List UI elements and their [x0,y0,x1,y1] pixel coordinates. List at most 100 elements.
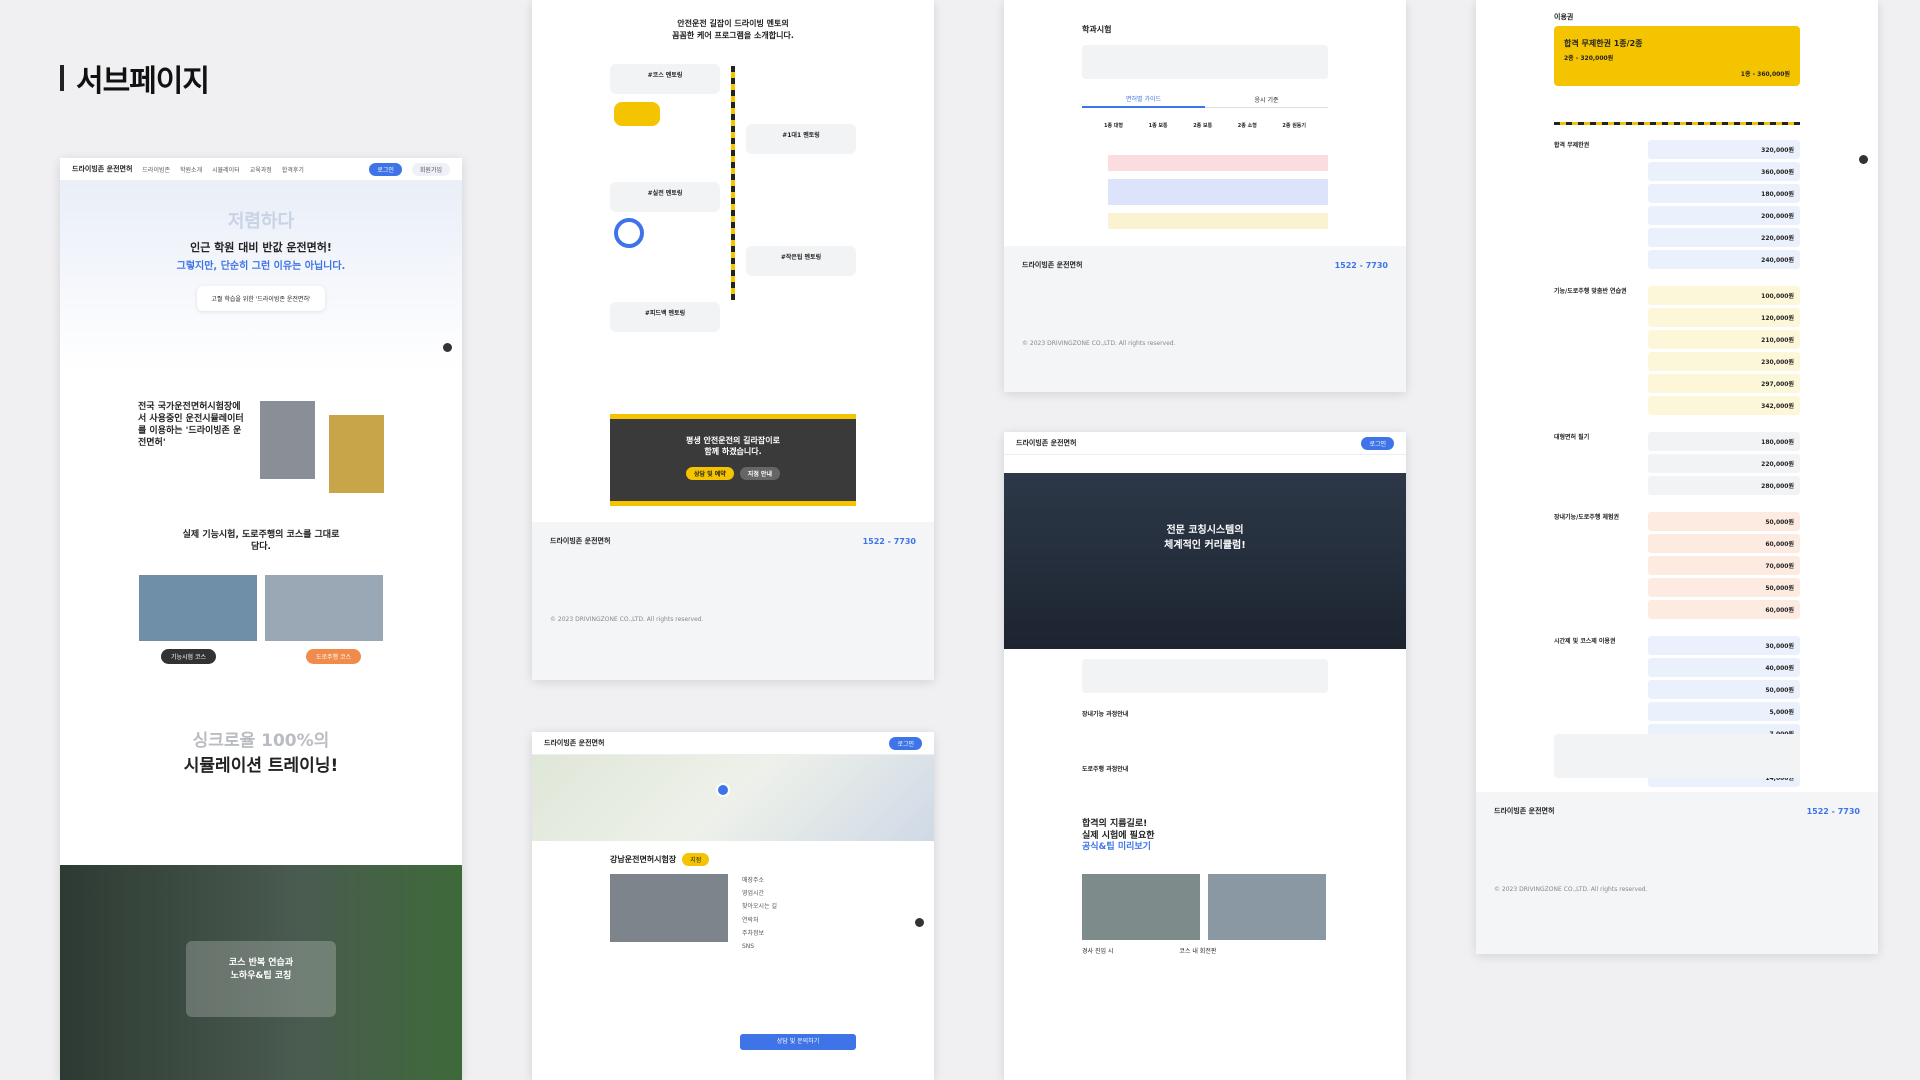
course-title: 실제 기능시험, 도로주행의 코스를 그대로 담다. [182,530,340,553]
site-nav: 드라이빙존 운전면허 로그인 [1004,432,1406,455]
step-label: #1대1 멘토링 [782,132,820,139]
inquiry-button[interactable]: 상담 및 문의하기 [740,1034,856,1050]
site-footer: 드라이빙존 운전면허 1522 - 7730 © 2023 DRIVINGZON… [1476,792,1878,954]
course-button[interactable]: 도로주행 코스 [306,649,362,665]
simulator-photo [260,401,316,479]
hero-bg-text: 저렴하다 [227,211,295,232]
tab-criteria[interactable]: 응시 기준 [1205,92,1328,108]
section-title: 도로주행 과정안내 [1082,766,1129,773]
intro-line: 안전운전 길잡이 드라이빙 멘토의 [677,19,789,28]
price-row[interactable]: 280,000원 [1648,476,1800,495]
step-row [1082,728,1328,756]
price-row[interactable]: 5,000원 [1648,702,1800,721]
pass-banner: 합격 무제한권 1종/2종 2종 - 320,000원 1종 - 360,000… [1554,26,1800,86]
footer-phone[interactable]: 1522 - 7730 [1335,261,1388,270]
simulator-photo [329,415,384,493]
price-row[interactable]: 100,000원 [1648,286,1800,305]
price-row[interactable]: 220,000원 [1648,228,1800,247]
simulator-section: 전국 국가운전면허시험장에서 사용중인 운전시뮬레이터를 이용하는 '드라이빙존… [60,371,462,493]
branch-button[interactable]: 지점 안내 [739,467,780,480]
price-row[interactable]: 50,000원 [1648,512,1800,531]
price-row[interactable]: 320,000원 [1648,140,1800,159]
price-row[interactable]: 240,000원 [1648,250,1800,269]
pricing-title: 이용권 [1554,13,1574,21]
site-logo[interactable]: 드라이빙존 운전면허 [544,738,604,748]
nav-item[interactable]: 학원소개 [180,165,202,174]
sync-line1: 싱크로율 100%의 [192,731,330,752]
price-row[interactable]: 210,000원 [1648,330,1800,349]
price-row[interactable]: 120,000원 [1648,308,1800,327]
footer-phone[interactable]: 1522 - 7730 [863,537,916,546]
hero-subtitle: 그렇지만, 단순히 그런 이유는 아닙니다. [176,261,346,272]
simulator-text: 전국 국가운전면허시험장에서 사용중인 운전시뮬레이터를 이용하는 '드라이빙존… [138,402,244,449]
training-card-title: 코스 반복 연습과 [228,958,294,968]
price-group: 장내기능/도로주행 체험권 50,000원 60,000원 70,000원 50,000… [1554,512,1800,622]
signup-button[interactable]: 회원가입 [411,162,450,176]
price-row[interactable]: 60,000원 [1648,600,1800,619]
preview-pricing: 이용권 합격 무제한권 1종/2종 2종 - 320,000원 1종 - 360… [1476,0,1878,954]
tab-guide[interactable]: 면허별 가이드 [1082,91,1205,108]
login-button[interactable]: 로그인 [1361,436,1394,450]
banner-price: 2종 - 320,000원 [1564,55,1614,62]
nav-item[interactable]: 합격후기 [282,165,304,174]
price-row[interactable]: 30,000원 [1648,636,1800,655]
section-title: 장내기능 과정안내 [1082,711,1129,718]
notice-box [1082,45,1328,79]
site-nav: 드라이빙존 운전면허 로그인 [532,732,934,755]
site-footer: 드라이빙존 운전면허 1522 - 7730 © 2023 DRIVINGZON… [532,522,934,680]
footer-copyright: © 2023 DRIVINGZONE CO.,LTD. All rights r… [1494,886,1648,893]
scroll-marker [915,918,924,927]
price-row[interactable]: 220,000원 [1648,454,1800,473]
location-title: 강남운전면허시험장 [610,855,677,864]
preview-curriculum: 드라이빙존 운전면허 로그인 전문 코칭시스템의 체계적인 커리큘럼! 장내기능… [1004,432,1406,1080]
training-photo: 코스 반복 연습과 노하우&팁 코칭 [60,865,462,1080]
tip-photo [1208,874,1326,941]
site-logo[interactable]: 드라이빙존 운전면허 [72,164,132,174]
tip-photo [1082,874,1200,941]
step-bubble: #피드백 멘토링 [610,302,720,332]
scroll-marker [1859,155,1868,164]
hero-line: 체계적인 커리큘럼! [1164,540,1246,551]
footer-phone[interactable]: 1522 - 7730 [1807,807,1860,816]
reserve-button[interactable]: 상담 및 예약 [686,467,734,480]
pass-line: 공식&팁 미리보기 [1082,842,1151,853]
step-bubble: #코스 멘토링 [610,64,720,94]
nav-item[interactable]: 교육과정 [250,165,272,174]
site-nav: 드라이빙존 운전면허 드라이빙존 학원소개 시뮬레이터 교육과정 합격후기 로그… [60,158,462,181]
course-button[interactable]: 기능시험 코스 [160,649,216,665]
hero-line: 전문 코칭시스템의 [1166,525,1244,536]
login-button[interactable]: 로그인 [889,736,922,750]
footer-logo: 드라이빙존 운전면허 [1022,261,1083,269]
preview-location: 드라이빙존 운전면허 로그인 강남운전면허시험장 지점 매장주소 영업시간 찾아… [532,732,934,1080]
price-group: 대형면허 필기 180,000원 220,000원 280,000원 [1554,432,1800,498]
price-row[interactable]: 180,000원 [1648,184,1800,203]
hero-title: 인근 학원 대비 반값 운전면허! [190,241,332,254]
login-button[interactable]: 로그인 [369,162,402,176]
price-list: 합격 무제한권 320,000원 360,000원 180,000원 200,000원 2… [1554,140,1800,804]
map [532,755,934,841]
page-title: 서브페이지 [76,64,210,99]
step-bubble: #작은팁 멘토링 [746,246,856,276]
nav-item[interactable]: 드라이빙존 [142,165,170,174]
price-row[interactable]: 200,000원 [1648,206,1800,225]
price-row[interactable]: 360,000원 [1648,162,1800,181]
price-row[interactable]: 342,000원 [1648,396,1800,415]
cta-box: 평생 안전운전의 길라잡이로 함께 하겠습니다. 상담 및 예약 지점 안내 [610,414,856,506]
nav-item[interactable]: 시뮬레이터 [212,165,240,174]
price-row[interactable]: 50,000원 [1648,680,1800,699]
price-row[interactable]: 60,000원 [1648,534,1800,553]
price-row[interactable]: 180,000원 [1648,432,1800,451]
price-row[interactable]: 40,000원 [1648,658,1800,677]
site-logo[interactable]: 드라이빙존 운전면허 [1016,438,1076,448]
training-card-title: 노하우&팁 코칭 [230,971,292,981]
curriculum-hero: 전문 코칭시스템의 체계적인 커리큘럼! [1004,473,1406,649]
price-group-label: 대형면허 필기 [1554,434,1590,441]
price-row[interactable]: 230,000원 [1648,352,1800,371]
price-row[interactable]: 50,000원 [1648,578,1800,597]
sync-line2: 시뮬레이션 트레이닝! [183,756,339,777]
step-label: #피드백 멘토링 [644,310,686,317]
course-photo [265,575,383,642]
price-row[interactable]: 70,000원 [1648,556,1800,575]
price-row[interactable]: 297,000원 [1648,374,1800,393]
section-heading: 서브페이지 [60,56,210,100]
